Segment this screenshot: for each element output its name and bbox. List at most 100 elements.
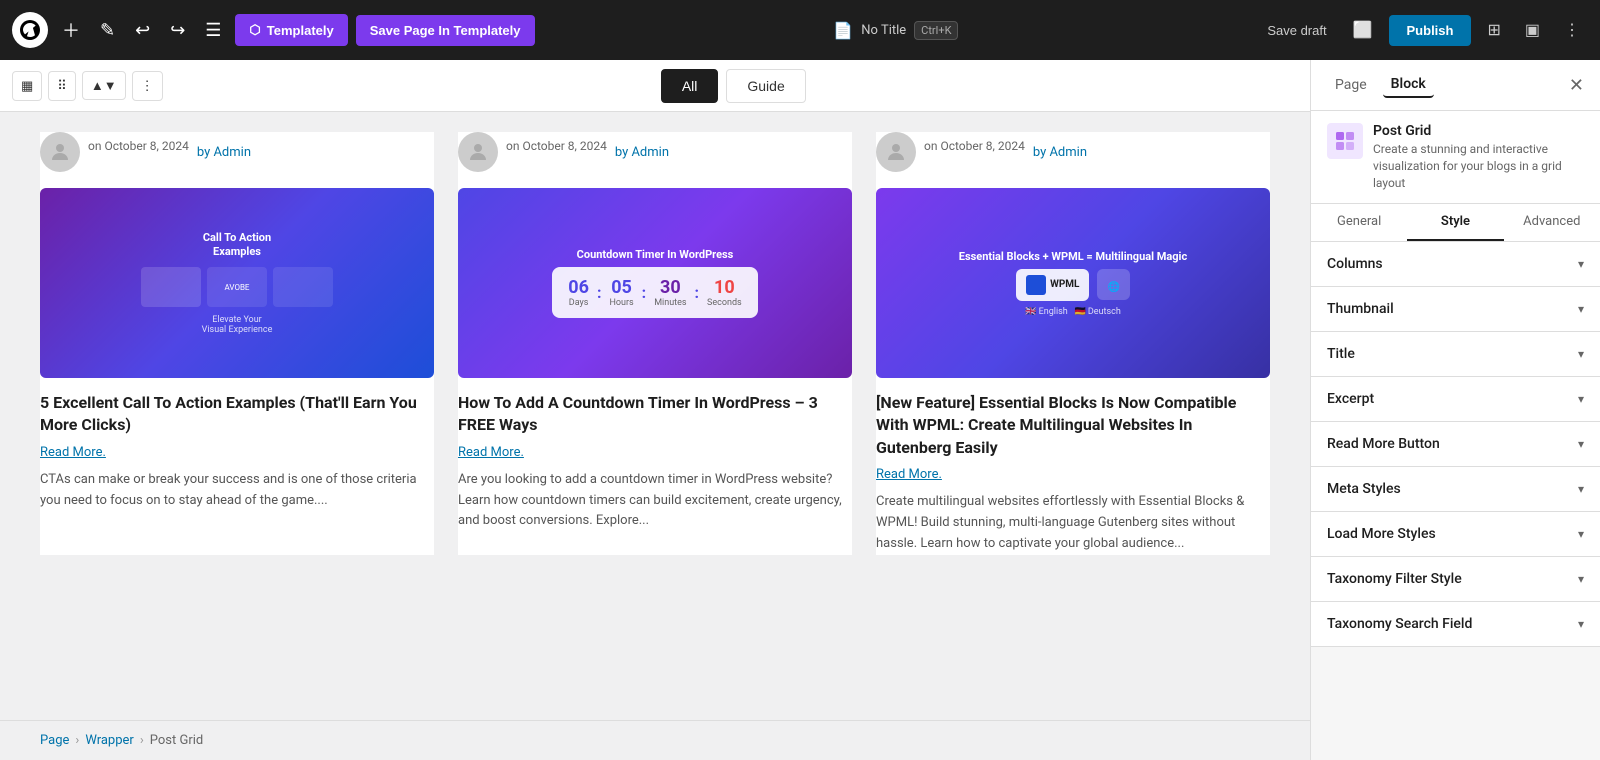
block-title: Post Grid — [1373, 123, 1584, 139]
drag-button[interactable]: ⠿ — [48, 71, 76, 101]
breadcrumb-sep: › — [75, 733, 79, 748]
move-button[interactable]: ▲▼ — [82, 71, 126, 100]
post-date: on October 8, 2024 — [924, 139, 1025, 153]
accordion-meta-styles: Meta Styles ▾ — [1311, 467, 1600, 512]
accordion-header-load-more[interactable]: Load More Styles ▾ — [1311, 512, 1600, 556]
layout-button[interactable]: ▣ — [1517, 14, 1548, 46]
publish-button[interactable]: Publish — [1389, 15, 1472, 46]
accordion-header-columns[interactable]: Columns ▾ — [1311, 242, 1600, 286]
breadcrumb-sep: › — [140, 733, 144, 748]
post-title: How To Add A Countdown Timer In WordPres… — [458, 392, 852, 437]
accordion-header-read-more[interactable]: Read More Button ▾ — [1311, 422, 1600, 466]
chevron-down-icon: ▾ — [1578, 617, 1584, 631]
post-excerpt: Are you looking to add a countdown timer… — [458, 470, 852, 532]
post-thumbnail: Call To ActionExamples AVOBE Elevate You… — [40, 188, 434, 378]
post-author-name[interactable]: by Admin — [197, 145, 251, 160]
undo-button[interactable]: ↩ — [129, 14, 156, 47]
accordion-taxonomy-filter: Taxonomy Filter Style ▾ — [1311, 557, 1600, 602]
settings-button[interactable]: ⊞ — [1479, 14, 1508, 46]
post-thumbnail: Countdown Timer In WordPress 06Days : 05… — [458, 188, 852, 378]
accordion-title: Title ▾ — [1311, 332, 1600, 377]
accordion-load-more: Load More Styles ▾ — [1311, 512, 1600, 557]
accordion-header-meta-styles[interactable]: Meta Styles ▾ — [1311, 467, 1600, 511]
edit-button[interactable]: ✎ — [94, 14, 121, 47]
wp-logo — [12, 12, 48, 48]
panel-tab-style[interactable]: Style — [1407, 204, 1503, 241]
chevron-down-icon: ▾ — [1578, 527, 1584, 541]
sidebar-tab-page[interactable]: Page — [1327, 73, 1375, 97]
templately-icon: ⬡ — [249, 22, 260, 38]
sidebar-content: Columns ▾ Thumbnail ▾ Title ▾ Excerpt — [1311, 242, 1600, 760]
shortcut-badge: Ctrl+K — [914, 21, 958, 40]
chevron-down-icon: ▾ — [1578, 257, 1584, 271]
add-block-button[interactable]: ＋ — [56, 11, 86, 49]
posts-area: on October 8, 2024 by Admin Call To Acti… — [0, 112, 1310, 720]
post-author: on October 8, 2024 by Admin — [458, 132, 852, 172]
accordion-thumbnail: Thumbnail ▾ — [1311, 287, 1600, 332]
redo-button[interactable]: ↪ — [164, 14, 191, 47]
breadcrumb-wrapper[interactable]: Wrapper — [85, 733, 134, 748]
filter-tab-all[interactable]: All — [661, 69, 719, 103]
post-excerpt: Create multilingual websites effortlessl… — [876, 492, 1270, 554]
post-author: on October 8, 2024 by Admin — [40, 132, 434, 172]
accordion-excerpt: Excerpt ▾ — [1311, 377, 1600, 422]
sidebar-tab-block[interactable]: Block — [1383, 72, 1434, 98]
content-area: ▦ ⠿ ▲▼ ⋮ All Guide on October 8, 2024 — [0, 60, 1310, 760]
post-date: on October 8, 2024 — [506, 139, 607, 153]
close-sidebar-button[interactable]: ✕ — [1569, 75, 1584, 96]
post-author-name[interactable]: by Admin — [615, 145, 669, 160]
post-card: on October 8, 2024 by Admin Essential Bl… — [876, 132, 1270, 555]
accordion-header-excerpt[interactable]: Excerpt ▾ — [1311, 377, 1600, 421]
breadcrumb-page[interactable]: Page — [40, 733, 69, 748]
right-sidebar: Page Block ✕ Post Grid Create a stunning… — [1310, 60, 1600, 760]
accordion-header-taxonomy-search[interactable]: Taxonomy Search Field ▾ — [1311, 602, 1600, 646]
filter-tab-guide[interactable]: Guide — [726, 69, 805, 103]
accordion-header-title[interactable]: Title ▾ — [1311, 332, 1600, 376]
post-grid-icon — [1327, 123, 1363, 159]
panel-tabs: General Style Advanced — [1311, 204, 1600, 242]
accordion-taxonomy-search: Taxonomy Search Field ▾ — [1311, 602, 1600, 647]
chevron-down-icon: ▾ — [1578, 392, 1584, 406]
panel-tab-general[interactable]: General — [1311, 204, 1407, 241]
block-info: Post Grid Create a stunning and interact… — [1311, 111, 1600, 204]
breadcrumb: Page › Wrapper › Post Grid — [0, 720, 1310, 760]
accordion-header-thumbnail[interactable]: Thumbnail ▾ — [1311, 287, 1600, 331]
chevron-down-icon: ▾ — [1578, 347, 1584, 361]
top-toolbar: ＋ ✎ ↩ ↪ ☰ ⬡ Templately Save Page In Temp… — [0, 0, 1600, 60]
post-title: 5 Excellent Call To Action Examples (Tha… — [40, 392, 434, 437]
sidebar-header: Page Block ✕ — [1311, 60, 1600, 111]
title-area: 📄 No Title — [833, 21, 906, 40]
avatar — [40, 132, 80, 172]
panel-tab-advanced[interactable]: Advanced — [1504, 204, 1600, 241]
posts-grid: on October 8, 2024 by Admin Call To Acti… — [40, 132, 1270, 555]
chevron-down-icon: ▾ — [1578, 437, 1584, 451]
block-toolbar: ▦ ⠿ ▲▼ ⋮ All Guide — [0, 60, 1310, 112]
overflow-button[interactable]: ⋮ — [1556, 14, 1588, 46]
filter-tabs: All Guide — [169, 69, 1298, 103]
preview-button[interactable]: ⬜ — [1345, 14, 1381, 46]
avatar — [458, 132, 498, 172]
post-author: on October 8, 2024 by Admin — [876, 132, 1270, 172]
block-type-button[interactable]: ▦ — [12, 71, 42, 101]
read-more-link[interactable]: Read More. — [876, 467, 1270, 482]
block-more-button[interactable]: ⋮ — [132, 71, 163, 101]
post-card: on October 8, 2024 by Admin Call To Acti… — [40, 132, 434, 555]
read-more-link[interactable]: Read More. — [40, 445, 434, 460]
post-excerpt: CTAs can make or break your success and … — [40, 470, 434, 512]
accordion-read-more: Read More Button ▾ — [1311, 422, 1600, 467]
breadcrumb-current: Post Grid — [150, 733, 203, 748]
templately-button[interactable]: ⬡ Templately — [235, 14, 347, 46]
no-title-label: No Title — [861, 23, 906, 38]
block-info-text: Post Grid Create a stunning and interact… — [1373, 123, 1584, 191]
read-more-link[interactable]: Read More. — [458, 445, 852, 460]
save-page-button[interactable]: Save Page In Templately — [356, 15, 535, 46]
post-date: on October 8, 2024 — [88, 139, 189, 153]
accordion-columns: Columns ▾ — [1311, 242, 1600, 287]
more-button[interactable]: ☰ — [199, 14, 227, 47]
save-draft-button[interactable]: Save draft — [1257, 17, 1336, 44]
block-description: Create a stunning and interactive visual… — [1373, 141, 1584, 191]
accordion-header-taxonomy-filter[interactable]: Taxonomy Filter Style ▾ — [1311, 557, 1600, 601]
post-thumbnail: Essential Blocks + WPML = Multilingual M… — [876, 188, 1270, 378]
avatar — [876, 132, 916, 172]
post-author-name[interactable]: by Admin — [1033, 145, 1087, 160]
